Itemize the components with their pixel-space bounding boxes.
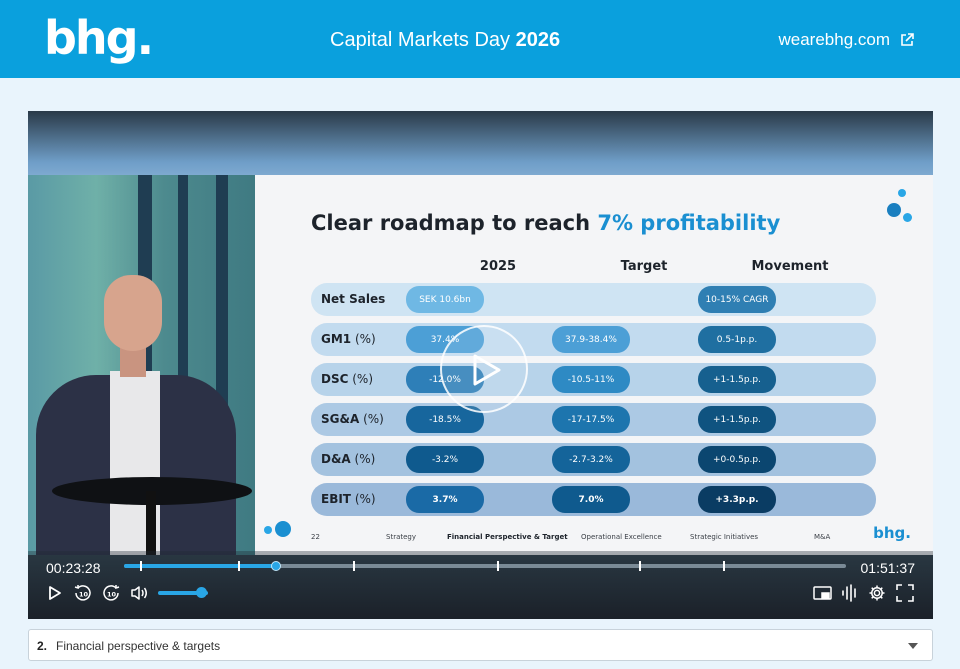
event-year: 2026: [515, 29, 561, 51]
slide-bhg-logo: bhg.: [873, 524, 911, 542]
value-target: 7.0%: [552, 486, 630, 513]
slide-footer: 22 Strategy Financial Perspective & Targ…: [255, 529, 933, 549]
value-movement: +1-1.5p.p.: [698, 406, 776, 433]
table-row: D&A (%) -3.2% -2.7-3.2% +0-0.5p.p.: [311, 443, 876, 476]
control-bar: 00:23:28 01:51:37 10 10: [28, 551, 933, 619]
chapter-number: 2.: [37, 639, 48, 653]
speaker-head: [104, 275, 162, 351]
value-2025: -3.2%: [406, 446, 484, 473]
value-movement: +1-1.5p.p.: [698, 366, 776, 393]
rewind-10-button[interactable]: 10: [72, 582, 94, 604]
volume-button[interactable]: [128, 582, 150, 604]
value-target: -10.5-11%: [552, 366, 630, 393]
chapter-marker[interactable]: [238, 561, 240, 571]
site-link-text: wearebhg.com: [778, 30, 890, 49]
row-label: SG&A (%): [321, 412, 384, 426]
fullscreen-button[interactable]: [894, 582, 916, 604]
video-scene-top: [28, 111, 933, 175]
volume-handle[interactable]: [196, 587, 207, 598]
footer-item-strategic: Strategic Initiatives: [690, 533, 759, 541]
chapter-label: Financial perspective & targets: [56, 639, 221, 653]
progress-bar[interactable]: [124, 561, 846, 571]
table-row: SG&A (%) -18.5% -17-17.5% +1-1.5p.p.: [311, 403, 876, 436]
logo-text: bhg: [44, 11, 139, 65]
table-row: Net Sales SEK 10.6bn 10-15% CAGR: [311, 283, 876, 316]
big-play-button[interactable]: [440, 325, 528, 413]
value-target: -2.7-3.2%: [552, 446, 630, 473]
volume-icon: [131, 586, 147, 600]
row-label: DSC (%): [321, 372, 374, 386]
row-label: GM1 (%): [321, 332, 376, 346]
progress-handle[interactable]: [271, 561, 281, 571]
value-target: -17-17.5%: [552, 406, 630, 433]
chapter-marker[interactable]: [353, 561, 355, 571]
slide-page-number: 22: [311, 533, 320, 541]
gear-icon: [869, 585, 885, 601]
value-movement: +3.3p.p.: [698, 486, 776, 513]
slide-title: Clear roadmap to reach 7% profitability: [311, 211, 781, 235]
chapter-marker[interactable]: [140, 561, 142, 571]
table-row: GM1 (%) 37.4% 37.9-38.4% 0.5-1p.p.: [311, 323, 876, 356]
settings-button[interactable]: [866, 582, 888, 604]
slide-title-accent: 7% profitability: [597, 211, 781, 235]
svg-text:10: 10: [107, 591, 117, 599]
column-header-target: Target: [620, 259, 668, 274]
table-row: DSC (%) -12.0% -10.5-11% +1-1.5p.p.: [311, 363, 876, 396]
progress-fill: [124, 564, 276, 568]
rewind-10-icon: 10: [74, 585, 91, 601]
value-2025: SEK 10.6bn: [406, 286, 484, 313]
fullscreen-icon: [896, 584, 914, 602]
audio-wave-icon: [842, 584, 856, 602]
value-target: 37.9-38.4%: [552, 326, 630, 353]
event-title-text: Capital Markets Day: [330, 29, 511, 51]
logo-dot: .: [136, 11, 155, 65]
video-player[interactable]: Clear roadmap to reach 7% profitability …: [28, 111, 933, 619]
play-button[interactable]: [44, 582, 66, 604]
value-2025: 3.7%: [406, 486, 484, 513]
forward-10-icon: 10: [103, 585, 120, 601]
chapter-marker[interactable]: [723, 561, 725, 571]
value-movement: 10-15% CAGR: [698, 286, 776, 313]
picture-in-picture-icon: [813, 586, 832, 600]
site-header: bhg. Capital Markets Day 2026 wearebhg.c…: [0, 0, 960, 78]
value-movement: 0.5-1p.p.: [698, 326, 776, 353]
duration: 01:51:37: [860, 560, 916, 576]
footer-item-operational: Operational Excellence: [581, 533, 662, 541]
table-row: EBIT (%) 3.7% 7.0% +3.3p.p.: [311, 483, 876, 516]
audio-track-button[interactable]: [839, 582, 861, 604]
play-icon: [49, 586, 61, 600]
value-movement: +0-0.5p.p.: [698, 446, 776, 473]
svg-text:10: 10: [79, 591, 89, 599]
row-label: D&A (%): [321, 452, 376, 466]
chevron-down-icon[interactable]: [908, 643, 918, 649]
footer-item-ma: M&A: [814, 533, 831, 541]
presentation-slide: Clear roadmap to reach 7% profitability …: [255, 175, 933, 555]
chapter-select[interactable]: 2. Financial perspective & targets: [28, 629, 933, 661]
footer-item-financial: Financial Perspective & Target: [447, 533, 568, 541]
chapter-marker[interactable]: [497, 561, 499, 571]
row-label: EBIT (%): [321, 492, 376, 506]
row-label: Net Sales: [321, 292, 386, 306]
column-header-movement: Movement: [751, 259, 829, 274]
external-link-icon: [901, 33, 914, 46]
forward-10-button[interactable]: 10: [100, 582, 122, 604]
play-icon: [473, 354, 501, 386]
chapter-marker[interactable]: [639, 561, 641, 571]
current-time: 00:23:28: [46, 560, 101, 576]
speaker-video: [28, 175, 255, 555]
bhg-logo[interactable]: bhg.: [44, 10, 155, 66]
footer-item-strategy: Strategy: [386, 533, 416, 541]
site-link[interactable]: wearebhg.com: [778, 30, 914, 50]
picture-in-picture-button[interactable]: [812, 582, 834, 604]
column-header-2025: 2025: [479, 259, 517, 274]
